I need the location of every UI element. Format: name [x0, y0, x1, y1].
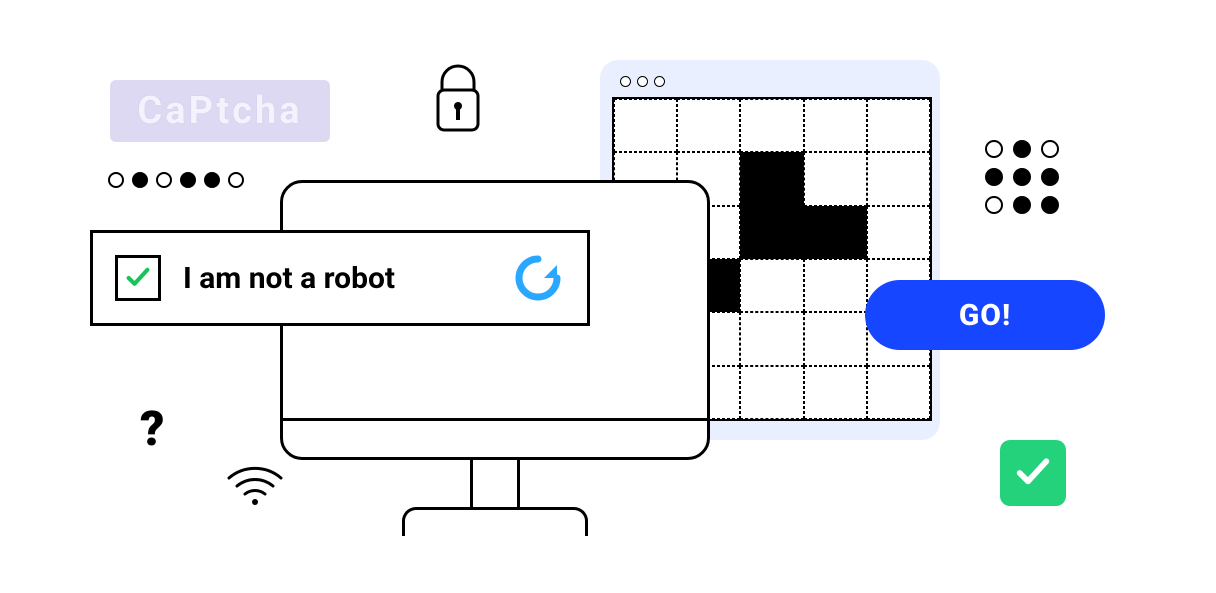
dot-icon: [156, 172, 172, 188]
picker-cell[interactable]: [677, 99, 740, 152]
picker-cell[interactable]: [740, 366, 803, 419]
success-check-badge: [1000, 440, 1066, 506]
picker-cell[interactable]: [804, 312, 867, 365]
picker-cell[interactable]: [614, 99, 677, 152]
picker-cell[interactable]: [867, 152, 930, 205]
monitor-neck: [470, 460, 520, 510]
illustration-canvas: CaPtcha: [10, 10, 1206, 573]
captcha-text: CaPtcha: [137, 89, 302, 133]
check-icon: [1013, 453, 1053, 493]
picker-cell[interactable]: [867, 206, 930, 259]
dot-icon: [985, 196, 1003, 214]
dot-icon: [1013, 196, 1031, 214]
dot-icon: [204, 172, 220, 188]
dot-icon: [108, 172, 124, 188]
go-button[interactable]: GO!: [865, 280, 1105, 350]
wifi-icon: [225, 460, 285, 506]
dot-icon: [985, 140, 1003, 158]
dot-icon: [1013, 168, 1031, 186]
dot-icon: [132, 172, 148, 188]
picker-cell[interactable]: [740, 259, 803, 312]
picker-cell[interactable]: [867, 366, 930, 419]
refresh-icon[interactable]: [511, 251, 565, 305]
window-controls: [620, 76, 928, 87]
picker-cell[interactable]: [740, 312, 803, 365]
dot-icon: [1041, 168, 1059, 186]
dot-icon: [1041, 196, 1059, 214]
picker-cell[interactable]: [804, 152, 867, 205]
picker-cell[interactable]: [804, 206, 867, 259]
picker-cell[interactable]: [804, 99, 867, 152]
dot-icon: [228, 172, 244, 188]
dot-icon: [1013, 140, 1031, 158]
window-dot-icon: [654, 76, 665, 87]
not-a-robot-panel: I am not a robot: [90, 230, 590, 326]
not-a-robot-label: I am not a robot: [183, 261, 489, 296]
dot-row: [108, 172, 244, 188]
window-dot-icon: [620, 76, 631, 87]
picker-cell[interactable]: [740, 99, 803, 152]
question-mark-icon: ?: [140, 400, 164, 457]
dot-grid: [985, 140, 1059, 214]
dot-icon: [180, 172, 196, 188]
picker-cell[interactable]: [867, 99, 930, 152]
window-dot-icon: [637, 76, 648, 87]
lock-icon: [430, 60, 486, 136]
dot-icon: [1041, 140, 1059, 158]
picker-cell[interactable]: [740, 206, 803, 259]
captcha-tag: CaPtcha: [110, 80, 330, 142]
go-button-label: GO!: [959, 298, 1011, 333]
dot-icon: [985, 168, 1003, 186]
picker-cell[interactable]: [804, 259, 867, 312]
monitor-taskbar: [283, 418, 707, 457]
not-a-robot-checkbox[interactable]: [115, 255, 161, 301]
check-icon: [124, 264, 152, 292]
picker-cell[interactable]: [740, 152, 803, 205]
monitor-foot: [402, 507, 588, 536]
picker-cell[interactable]: [804, 366, 867, 419]
